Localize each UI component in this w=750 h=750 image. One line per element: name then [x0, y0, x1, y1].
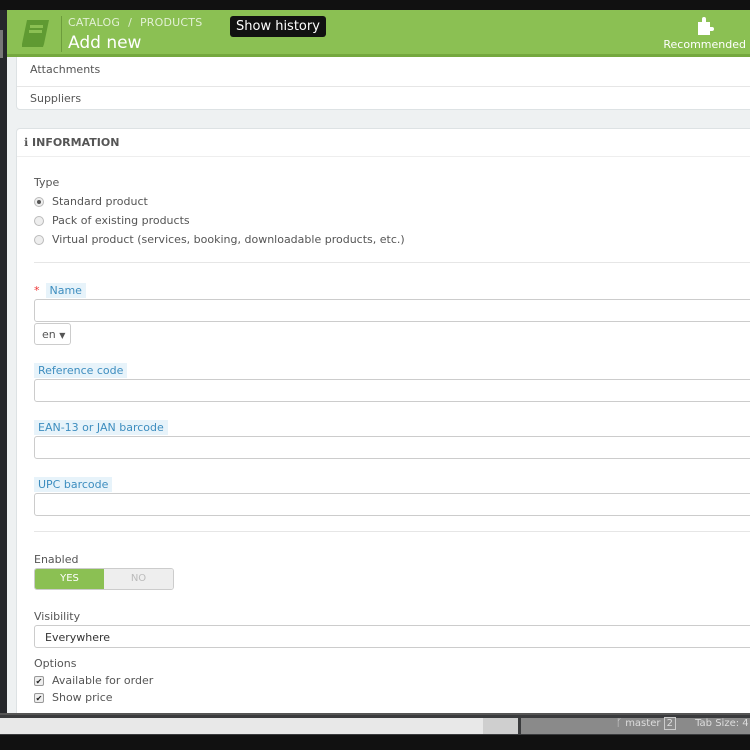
show-price-checkbox[interactable]: ✔ Show price — [34, 691, 153, 704]
information-panel: ℹ INFORMATION Type Standard product Pack… — [16, 128, 750, 713]
upc-label: UPC barcode — [34, 477, 113, 492]
type-group: Type Standard product Pack of existing p… — [34, 176, 405, 246]
tab-size[interactable]: Tab Size: 4 — [695, 718, 749, 729]
language-dropdown[interactable]: en ▼ — [34, 323, 71, 345]
catalog-book-icon — [22, 20, 49, 47]
breadcrumb-catalog[interactable]: CATALOG — [68, 16, 120, 29]
breadcrumb: CATALOG / PRODUCTS — [68, 16, 203, 29]
visibility-select[interactable]: Everywhere — [34, 625, 750, 648]
show-history-tooltip: Show history — [230, 16, 326, 37]
type-label: Type — [34, 176, 60, 189]
page-header: CATALOG / PRODUCTS Add new Show history Re… — [7, 10, 750, 57]
branch-icon: ᚴ — [616, 718, 626, 729]
options-label: Options — [34, 657, 77, 670]
info-icon: ℹ — [24, 136, 33, 149]
tab-suppliers[interactable]: Suppliers — [17, 87, 750, 111]
breadcrumb-products[interactable]: PRODUCTS — [140, 16, 202, 29]
editor-status-bar: ᚴ master 2 Tab Size: 4 — [0, 713, 750, 735]
divider — [34, 262, 750, 263]
options-group: Options ✔ Available for order ✔ Show price — [34, 657, 153, 704]
visibility-label: Visibility — [34, 610, 81, 623]
panel-heading: ℹ INFORMATION — [17, 129, 750, 157]
git-branch[interactable]: master — [625, 718, 660, 729]
puzzle-icon — [697, 17, 714, 35]
type-standard-radio[interactable]: Standard product — [34, 195, 405, 208]
name-input[interactable] — [34, 299, 750, 322]
ean-label: EAN-13 or JAN barcode — [34, 420, 168, 435]
background-window-strip — [0, 10, 7, 715]
divider — [34, 531, 750, 532]
reference-label: Reference code — [34, 363, 128, 378]
enabled-label: Enabled — [34, 553, 79, 566]
available-for-order-checkbox[interactable]: ✔ Available for order — [34, 674, 153, 687]
recommended-button[interactable]: Recommended — [663, 16, 746, 51]
type-virtual-radio[interactable]: Virtual product (services, booking, down… — [34, 233, 405, 246]
product-page: Attachments Suppliers ℹ INFORMATION Type… — [7, 10, 750, 713]
reference-input[interactable] — [34, 379, 750, 402]
upc-input[interactable] — [34, 493, 750, 516]
page-title: Add new — [68, 33, 142, 53]
ean-input[interactable] — [34, 436, 750, 459]
name-label: * Name — [34, 283, 86, 298]
type-pack-radio[interactable]: Pack of existing products — [34, 214, 405, 227]
caret-down-icon: ▼ — [59, 331, 66, 340]
enabled-no[interactable]: NO — [104, 569, 173, 589]
enabled-toggle[interactable]: YES NO — [34, 568, 174, 590]
enabled-yes[interactable]: YES — [35, 569, 104, 589]
